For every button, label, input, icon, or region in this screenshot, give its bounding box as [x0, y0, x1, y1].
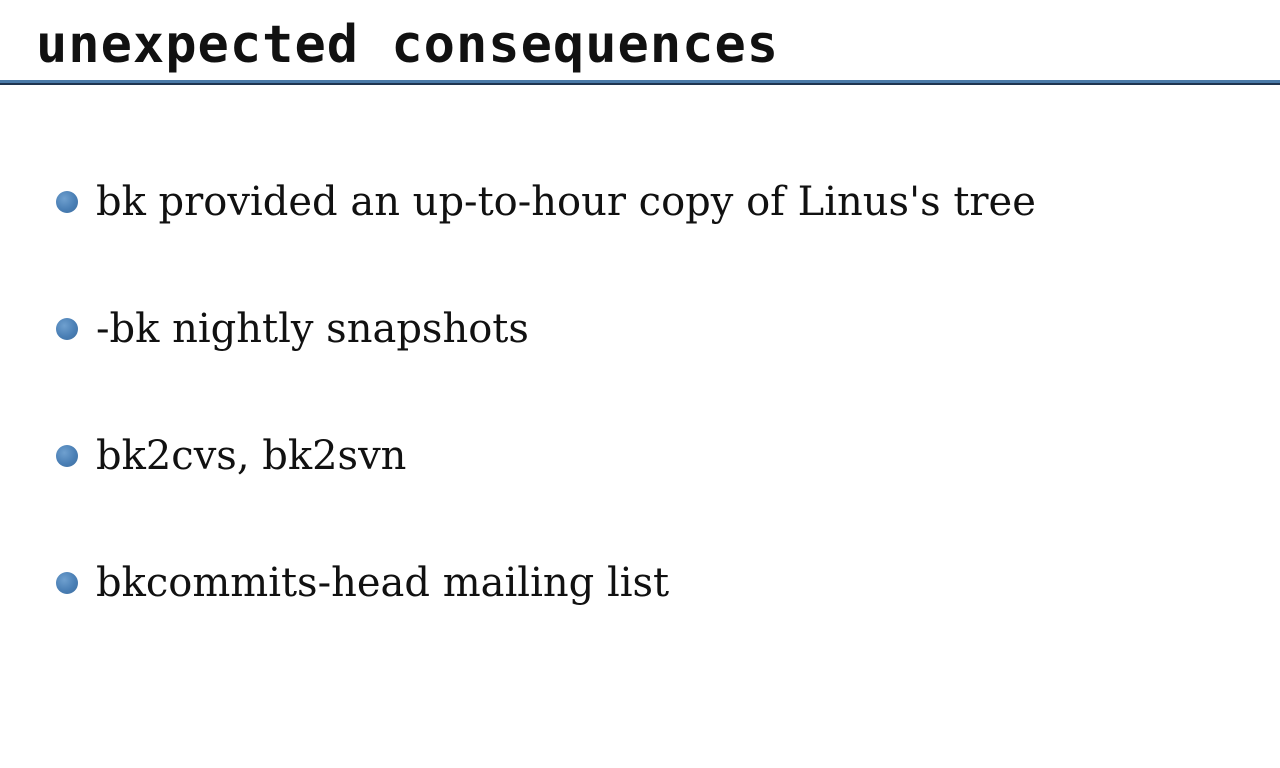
bullet-dot-icon	[56, 445, 78, 467]
bullet-item: -bk nightly snapshots	[56, 305, 529, 353]
bullet-item: bkcommits-head mailing list	[56, 559, 669, 607]
title-divider	[0, 80, 1280, 85]
bullet-text: bk provided an up-to-hour copy of Linus'…	[96, 179, 1036, 225]
bullet-dot-icon	[56, 191, 78, 213]
bullet-text: -bk nightly snapshots	[96, 306, 529, 352]
bullet-dot-icon	[56, 318, 78, 340]
bullet-text: bk2cvs, bk2svn	[96, 433, 407, 479]
slide-title: unexpected consequences	[36, 15, 780, 75]
bullet-dot-icon	[56, 572, 78, 594]
bullet-item: bk2cvs, bk2svn	[56, 432, 406, 480]
bullet-item: bk provided an up-to-hour copy of Linus'…	[56, 178, 1036, 226]
bullet-text: bkcommits-head mailing list	[96, 560, 670, 606]
